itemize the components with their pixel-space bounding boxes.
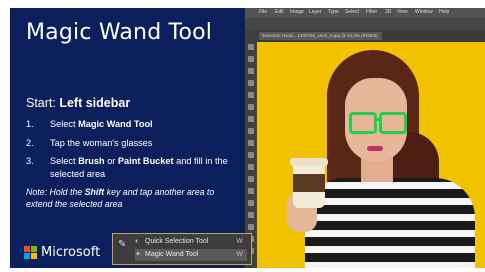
menu-edit[interactable]: Edit: [275, 9, 284, 15]
step-3: 3. Select Brush or Paint Bucket and fill…: [26, 155, 238, 180]
step-bold: Brush: [78, 156, 105, 166]
glasses-bridge[interactable]: [374, 118, 380, 121]
magic-wand-icon: ✎: [118, 239, 127, 250]
note-key: Shift: [84, 187, 105, 197]
marquee-tool-icon[interactable]: [248, 56, 254, 62]
menu-window[interactable]: Window: [415, 9, 433, 15]
slide-title: Magic Wand Tool: [26, 20, 213, 45]
menu-image[interactable]: Image: [290, 9, 304, 15]
menu-3d[interactable]: 3D: [385, 9, 391, 15]
type-tool-icon[interactable]: [248, 212, 254, 218]
lips-shape: [367, 146, 383, 151]
glasses-right-lens[interactable]: [379, 112, 407, 134]
shortcut-key: W: [236, 238, 243, 245]
lasso-tool-icon[interactable]: [248, 68, 254, 74]
start-prefix: Start:: [26, 96, 60, 110]
move-tool-icon[interactable]: [248, 44, 254, 50]
cup-lid: [290, 158, 328, 166]
step-text: Select: [50, 119, 79, 129]
document-tab[interactable]: Selection Hand... 1405766_16x9_S.jpg @ 4…: [259, 32, 382, 40]
path-select-icon[interactable]: [248, 224, 254, 230]
logo-square-yellow: [31, 253, 37, 259]
step-text: or: [104, 156, 118, 166]
eraser-tool-icon[interactable]: [248, 164, 254, 170]
step-2: 2. Tap the woman's glasses: [26, 137, 238, 150]
brand-name: Microsoft: [41, 245, 101, 260]
menu-layer[interactable]: Layer: [309, 9, 322, 15]
start-location: Left sidebar: [59, 96, 131, 110]
note-pre: Note: Hold the: [26, 187, 85, 197]
magic-wand-icon: ✦: [135, 251, 141, 258]
tool-flyout-menu: ✎ ◐ Quick Selection Tool W ✦ Magic Wand To…: [112, 233, 252, 265]
start-instruction: Start: Left sidebar: [26, 96, 130, 110]
step-number: 3.: [26, 156, 34, 166]
photoshop-window: File Edit Image Layer Type Select Filter…: [245, 8, 485, 268]
quick-selection-icon: ◐: [135, 238, 140, 245]
menu-item-label: Magic Wand Tool: [145, 251, 199, 258]
step-text: Tap the woman's glasses: [50, 137, 153, 148]
cup-sleeve: [293, 174, 325, 192]
image-canvas[interactable]: [257, 42, 485, 268]
stamp-tool-icon[interactable]: [248, 140, 254, 146]
logo-square-red: [24, 246, 30, 252]
step-bold: Magic Wand Tool: [78, 119, 153, 129]
menu-view[interactable]: View: [397, 9, 408, 15]
history-brush-icon[interactable]: [248, 152, 254, 158]
pen-tool-icon[interactable]: [248, 200, 254, 206]
shortcut-key: W: [236, 251, 243, 258]
menu-help[interactable]: Help: [439, 9, 449, 15]
menu-filter[interactable]: Filter: [366, 9, 377, 15]
eyedropper-tool-icon[interactable]: [248, 104, 254, 110]
logo-square-blue: [24, 253, 30, 259]
microsoft-logo: Microsoft: [24, 245, 104, 260]
menu-bar: File Edit Image Layer Type Select Filter…: [245, 8, 485, 18]
instruction-panel: Magic Wand Tool Start: Left sidebar 1. S…: [10, 8, 245, 268]
options-bar: [245, 18, 485, 30]
menu-type[interactable]: Type: [328, 9, 339, 15]
note-text: Note: Hold the Shift key and tap another…: [26, 186, 238, 210]
menu-file[interactable]: File: [259, 9, 267, 15]
step-bold: Paint Bucket: [117, 156, 174, 166]
steps-list: 1. Select Magic Wand Tool 2. Tap the wom…: [26, 118, 238, 186]
dodge-tool-icon[interactable]: [248, 188, 254, 194]
step-text: Select: [50, 156, 79, 166]
magic-wand-tool-icon[interactable]: [248, 80, 254, 86]
paint-bucket-icon[interactable]: [248, 176, 254, 182]
menu-item-quick-selection[interactable]: ◐ Quick Selection Tool W: [135, 236, 247, 248]
striped-shirt: [305, 178, 475, 268]
step-number: 2.: [26, 137, 34, 148]
crop-tool-icon[interactable]: [248, 92, 254, 98]
menu-item-magic-wand[interactable]: ✦ Magic Wand Tool W: [135, 249, 247, 261]
menu-select[interactable]: Select: [345, 9, 359, 15]
step-number: 1.: [26, 119, 34, 129]
brush-tool-icon[interactable]: [248, 128, 254, 134]
glasses-left-lens[interactable]: [349, 112, 377, 134]
healing-tool-icon[interactable]: [248, 116, 254, 122]
step-1: 1. Select Magic Wand Tool: [26, 118, 238, 131]
screenshot-frame: Magic Wand Tool Start: Left sidebar 1. S…: [0, 0, 485, 272]
logo-square-green: [31, 246, 37, 252]
menu-item-label: Quick Selection Tool: [145, 238, 209, 245]
